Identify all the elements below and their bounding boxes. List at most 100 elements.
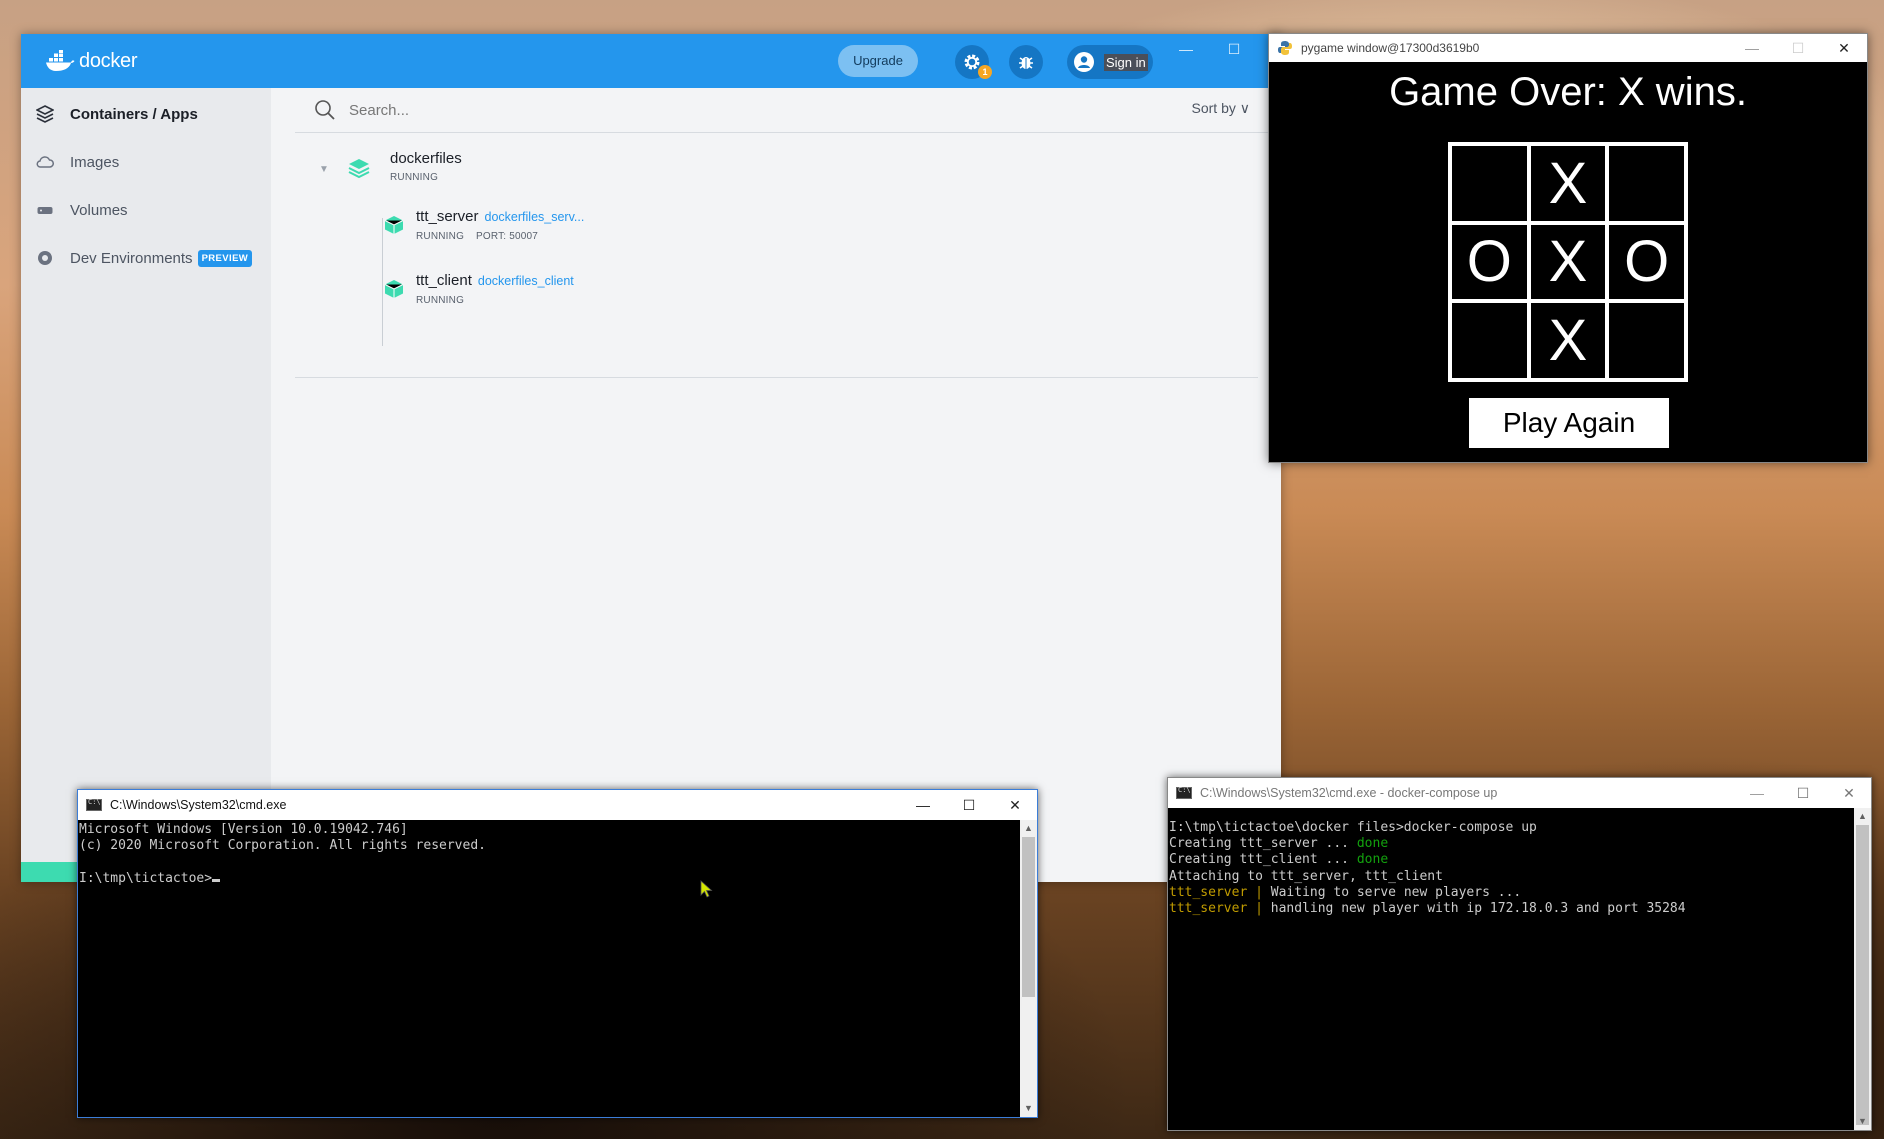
container-name-text: ttt_server bbox=[416, 208, 479, 225]
terminal-output[interactable]: Microsoft Windows [Version 10.0.19042.74… bbox=[78, 820, 1020, 1117]
sidebar-item-volumes[interactable]: Volumes bbox=[21, 190, 271, 230]
pygame-window: pygame window@17300d3619b0 — ☐ ✕ Game Ov… bbox=[1268, 33, 1868, 463]
terminal-line: ttt_server | Waiting to serve new player… bbox=[1169, 885, 1854, 901]
terminal-line: Microsoft Windows [Version 10.0.19042.74… bbox=[79, 822, 408, 837]
dev-env-icon bbox=[34, 247, 56, 269]
vertical-scrollbar[interactable]: ▲ ▼ bbox=[1854, 808, 1871, 1130]
expand-chevron-icon[interactable]: ▼ bbox=[319, 164, 329, 175]
python-icon bbox=[1278, 41, 1292, 55]
container-icon bbox=[384, 216, 404, 234]
containers-icon bbox=[34, 103, 56, 125]
scroll-up-arrow-icon[interactable]: ▲ bbox=[1020, 820, 1037, 837]
cmd-window: C:\Windows\System32\cmd.exe — ☐ ✕ Micros… bbox=[77, 789, 1038, 1118]
log-separator: | bbox=[1247, 901, 1271, 917]
scroll-down-arrow-icon[interactable]: ▼ bbox=[1854, 1113, 1871, 1130]
container-name: ttt_client dockerfiles_client bbox=[416, 272, 574, 289]
container-icon bbox=[384, 280, 404, 298]
close-button[interactable]: ✕ bbox=[992, 791, 1038, 819]
scrollbar-thumb[interactable] bbox=[1022, 837, 1035, 997]
board-cell[interactable]: X bbox=[1528, 222, 1608, 302]
cmd-icon bbox=[1176, 786, 1192, 799]
cmd-titlebar: C:\Windows\System32\cmd.exe - docker-com… bbox=[1168, 778, 1871, 808]
terminal-line: (c) 2020 Microsoft Corporation. All righ… bbox=[79, 838, 486, 854]
container-status-text: RUNNING bbox=[416, 231, 465, 242]
minimize-button[interactable]: — bbox=[1734, 779, 1780, 807]
terminal-prompt: I:\tmp\tictactoe> bbox=[79, 870, 213, 886]
user-avatar-icon bbox=[1074, 52, 1094, 72]
sidebar-item-dev-environments[interactable]: Dev Environments PREVIEW bbox=[21, 238, 271, 278]
close-button[interactable]: ✕ bbox=[1826, 779, 1872, 807]
container-row-ttt-server[interactable]: ttt_server dockerfiles_serv... RUNNING PO… bbox=[295, 206, 1280, 246]
sidebar-item-label: Containers / Apps bbox=[70, 105, 198, 123]
docker-whale-icon bbox=[46, 50, 75, 71]
sort-by-label: Sort by bbox=[1191, 100, 1236, 116]
board-cell[interactable] bbox=[1450, 144, 1529, 223]
search-bar: Sort by ∨ bbox=[295, 88, 1280, 133]
bug-icon bbox=[1019, 57, 1033, 69]
sidebar: Containers / Apps Images Volumes Dev Env… bbox=[21, 88, 271, 882]
terminal-output[interactable]: I:\tmp\tictactoe\docker files>docker-com… bbox=[1168, 808, 1854, 1130]
board-cell[interactable] bbox=[1450, 301, 1529, 380]
sign-in-button[interactable]: Sign in bbox=[1067, 45, 1153, 79]
game-status-text: Game Over: X wins. bbox=[1389, 70, 1747, 114]
container-status: RUNNING PORT: 50007 bbox=[416, 231, 538, 242]
preview-badge: PREVIEW bbox=[197, 249, 253, 267]
minimize-button[interactable]: — bbox=[1163, 34, 1209, 64]
cmd-window-title: C:\Windows\System32\cmd.exe - docker-com… bbox=[1200, 786, 1498, 800]
log-message: Waiting to serve new players ... bbox=[1270, 884, 1522, 900]
vertical-scrollbar[interactable]: ▲ ▼ bbox=[1020, 820, 1037, 1117]
terminal-line: ttt_server | handling new player with ip… bbox=[1169, 901, 1854, 917]
board-cell[interactable]: X bbox=[1528, 144, 1608, 223]
container-name: ttt_server dockerfiles_serv... bbox=[416, 208, 584, 225]
docker-titlebar: docker Upgrade 1 Sign in — ☐ bbox=[21, 34, 1281, 88]
scroll-down-arrow-icon[interactable]: ▼ bbox=[1020, 1100, 1037, 1117]
sidebar-item-images[interactable]: Images bbox=[21, 142, 271, 182]
sign-in-label: Sign in bbox=[1104, 53, 1148, 71]
container-name-text: ttt_client bbox=[416, 272, 472, 289]
mouse-pointer-icon bbox=[700, 880, 713, 898]
search-icon bbox=[315, 100, 335, 120]
board-cell[interactable] bbox=[1607, 144, 1686, 223]
search-input[interactable] bbox=[349, 101, 1049, 119]
chevron-down-icon: ∨ bbox=[1239, 100, 1250, 116]
minimize-button[interactable]: — bbox=[900, 791, 946, 819]
log-message: handling new player with ip 172.18.0.3 a… bbox=[1270, 901, 1686, 917]
app-name: dockerfiles bbox=[390, 150, 462, 167]
sidebar-item-label: Volumes bbox=[70, 201, 128, 219]
terminal-line: Creating ttt_server ... done bbox=[1169, 836, 1854, 852]
sidebar-item-containers[interactable]: Containers / Apps bbox=[21, 94, 271, 134]
maximize-button[interactable]: ☐ bbox=[1775, 34, 1821, 62]
sort-by-dropdown[interactable]: Sort by ∨ bbox=[1192, 100, 1251, 117]
log-service: ttt_server bbox=[1169, 901, 1248, 917]
play-again-button[interactable]: Play Again bbox=[1469, 398, 1669, 448]
volume-icon bbox=[34, 199, 56, 221]
settings-button[interactable]: 1 bbox=[955, 45, 992, 79]
create-result: done bbox=[1356, 852, 1389, 868]
upgrade-button[interactable]: Upgrade bbox=[838, 45, 918, 77]
board-cell[interactable] bbox=[1607, 301, 1686, 380]
status-bar-indicator bbox=[21, 862, 81, 882]
board-cell[interactable]: O bbox=[1607, 222, 1686, 302]
troubleshoot-button[interactable] bbox=[1009, 45, 1043, 79]
container-image-link[interactable]: dockerfiles_serv... bbox=[485, 210, 585, 224]
cmd-icon bbox=[86, 798, 102, 811]
maximize-button[interactable]: ☐ bbox=[946, 791, 992, 819]
terminal-line: I:\tmp\tictactoe\docker files>docker-com… bbox=[1169, 820, 1537, 835]
log-service: ttt_server bbox=[1169, 884, 1248, 900]
maximize-button[interactable]: ☐ bbox=[1211, 34, 1257, 64]
terminal-line: Attaching to ttt_server, ttt_client bbox=[1169, 868, 1443, 884]
app-status: RUNNING bbox=[390, 172, 439, 183]
docker-logo: docker bbox=[45, 48, 138, 74]
scroll-up-arrow-icon[interactable]: ▲ bbox=[1854, 808, 1871, 825]
scrollbar-thumb[interactable] bbox=[1856, 825, 1869, 1125]
container-status: RUNNING bbox=[416, 295, 465, 306]
close-button[interactable]: ✕ bbox=[1821, 34, 1867, 62]
board-cell[interactable]: X bbox=[1528, 301, 1608, 380]
docker-brand-text: docker bbox=[79, 49, 138, 72]
board-cell[interactable]: O bbox=[1450, 222, 1529, 302]
minimize-button[interactable]: — bbox=[1729, 34, 1775, 62]
maximize-button[interactable]: ☐ bbox=[1780, 779, 1826, 807]
container-image-link[interactable]: dockerfiles_client bbox=[478, 274, 574, 288]
terminal-prompt-line: I:\tmp\tictactoe> bbox=[79, 871, 1020, 887]
container-row-ttt-client[interactable]: ttt_client dockerfiles_client RUNNING bbox=[295, 270, 1280, 310]
